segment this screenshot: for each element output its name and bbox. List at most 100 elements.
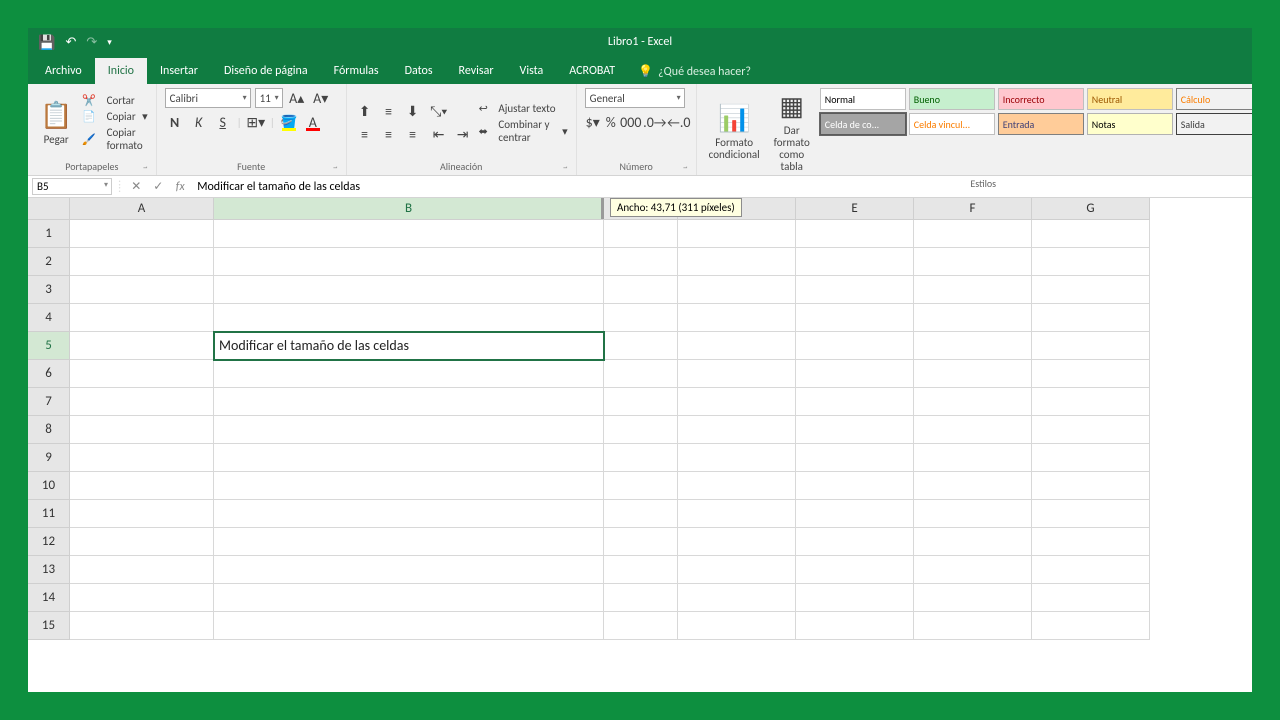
cell-style-9[interactable]: Salida [1176,113,1252,135]
decrease-indent-icon[interactable]: ⇤ [429,125,449,145]
tab-insertar[interactable]: Insertar [147,58,211,84]
cell-D13[interactable] [678,556,796,584]
cell-C10[interactable] [604,472,678,500]
cell-D4[interactable] [678,304,796,332]
bold-button[interactable]: N [165,112,185,132]
format-as-table-button[interactable]: ▦ Dar formato como tabla [770,88,814,175]
cell-C9[interactable] [604,444,678,472]
cell-A15[interactable] [70,612,214,640]
tab-inicio[interactable]: Inicio [95,58,147,84]
cell-A1[interactable] [70,220,214,248]
cell-style-7[interactable]: Entrada [998,113,1084,135]
cell-A7[interactable] [70,388,214,416]
cell-C14[interactable] [604,584,678,612]
align-center-icon[interactable]: ≡ [379,125,399,145]
column-header-F[interactable]: F [914,198,1032,220]
cell-C13[interactable] [604,556,678,584]
tab-revisar[interactable]: Revisar [446,58,507,84]
cell-D11[interactable] [678,500,796,528]
cell-E14[interactable] [796,584,914,612]
cell-D15[interactable] [678,612,796,640]
cell-B3[interactable] [214,276,604,304]
column-header-E[interactable]: E [796,198,914,220]
cell-G6[interactable] [1032,360,1150,388]
row-header-2[interactable]: 2 [28,248,70,276]
cell-B12[interactable] [214,528,604,556]
cell-F2[interactable] [914,248,1032,276]
decrease-decimal-icon[interactable]: ←.0 [669,112,689,132]
cell-E8[interactable] [796,416,914,444]
cell-F10[interactable] [914,472,1032,500]
cell-F5[interactable] [914,332,1032,360]
cell-E7[interactable] [796,388,914,416]
cell-style-0[interactable]: Normal [820,88,906,110]
row-header-14[interactable]: 14 [28,584,70,612]
cell-B13[interactable] [214,556,604,584]
cell-G9[interactable] [1032,444,1150,472]
cell-F8[interactable] [914,416,1032,444]
cell-D1[interactable] [678,220,796,248]
cell-E6[interactable] [796,360,914,388]
cell-G4[interactable] [1032,304,1150,332]
tab-formulas[interactable]: Fórmulas [321,58,392,84]
font-name-combo[interactable]: Calibri [165,88,251,108]
row-header-5[interactable]: 5 [28,332,70,360]
cell-F7[interactable] [914,388,1032,416]
format-painter-button[interactable]: 🖌️ Copiar formato [82,126,147,152]
cell-A14[interactable] [70,584,214,612]
cell-B5[interactable]: Modificar el tamaño de las celdas [214,332,604,360]
row-header-11[interactable]: 11 [28,500,70,528]
undo-icon[interactable]: ↶ [65,35,76,50]
cell-style-1[interactable]: Bueno [909,88,995,110]
select-all-corner[interactable] [28,198,70,220]
cell-G11[interactable] [1032,500,1150,528]
row-header-15[interactable]: 15 [28,612,70,640]
cell-C8[interactable] [604,416,678,444]
fill-color-icon[interactable]: 🪣 [279,112,299,132]
tab-file[interactable]: Archivo [32,58,95,84]
cell-A4[interactable] [70,304,214,332]
redo-icon[interactable]: ↷ [86,35,97,50]
row-header-13[interactable]: 13 [28,556,70,584]
cell-E1[interactable] [796,220,914,248]
cell-style-2[interactable]: Incorrecto [998,88,1084,110]
cell-E5[interactable] [796,332,914,360]
row-header-12[interactable]: 12 [28,528,70,556]
cell-G13[interactable] [1032,556,1150,584]
cancel-icon[interactable]: ✕ [125,179,147,194]
cell-G10[interactable] [1032,472,1150,500]
currency-icon[interactable]: $▾ [585,112,601,132]
cell-C3[interactable] [604,276,678,304]
row-header-1[interactable]: 1 [28,220,70,248]
cell-G2[interactable] [1032,248,1150,276]
cell-F15[interactable] [914,612,1032,640]
cell-F14[interactable] [914,584,1032,612]
cell-style-3[interactable]: Neutral [1087,88,1173,110]
cell-A13[interactable] [70,556,214,584]
cell-E10[interactable] [796,472,914,500]
cell-F6[interactable] [914,360,1032,388]
cell-F4[interactable] [914,304,1032,332]
cell-C11[interactable] [604,500,678,528]
merge-center-button[interactable]: ⬌ Combinar y centrar ▾ [479,118,568,144]
wrap-text-button[interactable]: ↩ Ajustar texto [479,102,568,115]
row-header-7[interactable]: 7 [28,388,70,416]
cell-G1[interactable] [1032,220,1150,248]
cell-B7[interactable] [214,388,604,416]
cell-E15[interactable] [796,612,914,640]
cell-B9[interactable] [214,444,604,472]
save-icon[interactable]: 💾 [38,34,55,51]
comma-icon[interactable]: 000 [621,112,641,132]
cell-G3[interactable] [1032,276,1150,304]
cell-C12[interactable] [604,528,678,556]
cell-B6[interactable] [214,360,604,388]
percent-icon[interactable]: % [605,112,617,132]
cell-G8[interactable] [1032,416,1150,444]
cell-A2[interactable] [70,248,214,276]
cell-G12[interactable] [1032,528,1150,556]
cell-G7[interactable] [1032,388,1150,416]
tab-acrobat[interactable]: ACROBAT [556,58,628,84]
cell-D9[interactable] [678,444,796,472]
cell-E9[interactable] [796,444,914,472]
underline-button[interactable]: S [213,112,233,132]
